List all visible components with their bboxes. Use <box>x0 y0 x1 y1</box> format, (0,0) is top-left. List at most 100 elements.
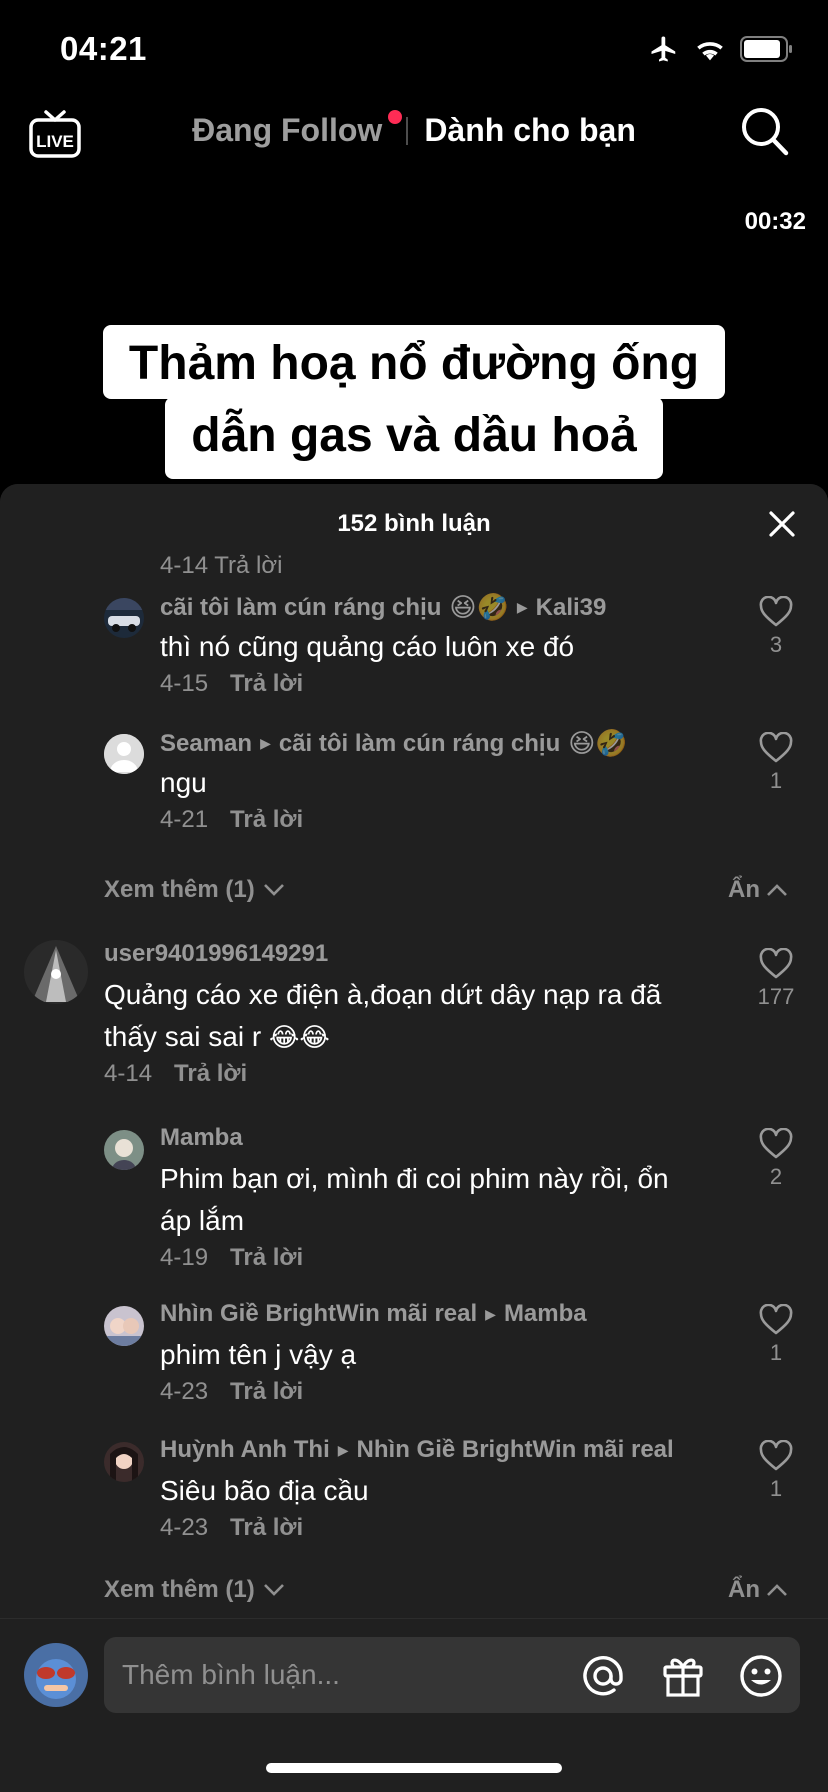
like-button[interactable]: 177 <box>754 948 798 1010</box>
reply-button[interactable]: Trả lời <box>230 1244 303 1272</box>
sheet-header: 152 bình luận <box>0 484 828 550</box>
like-button[interactable]: 1 <box>754 1440 798 1502</box>
like-count: 3 <box>769 632 783 657</box>
reply-arrow-icon: ▶ <box>516 599 528 615</box>
at-sign-icon <box>583 1656 623 1696</box>
comment-username[interactable]: Seaman ▶ cãi tôi làm cún ráng chịu 😆🤣 <box>160 728 628 759</box>
comment-sheet: 4-14 Trả lời cãi tôi làm cún ráng chịu 😆🤣… <box>0 484 828 1792</box>
avatar[interactable] <box>24 940 88 1004</box>
username-text: Mamba <box>160 1124 243 1151</box>
smiley-icon <box>740 1655 782 1697</box>
username-text: Seaman <box>160 729 253 757</box>
reply-button[interactable]: Trả lời <box>230 1514 303 1542</box>
video-timestamp: 00:32 <box>744 208 806 235</box>
reply-button[interactable]: Trả lời <box>230 670 303 698</box>
like-count: 1 <box>769 768 783 793</box>
comment-input-container[interactable] <box>104 1637 800 1713</box>
comment-text: Phim bạn ơi, mình đi coi phim này rồi, ổ… <box>160 1163 669 1236</box>
heart-icon <box>759 1440 793 1471</box>
reply-button[interactable]: Trả lời <box>230 1378 303 1406</box>
video-caption: Thảm hoạ nổ đường ống dẫn gas và dầu hoả <box>0 325 828 479</box>
comment-username[interactable]: Nhìn Giề BrightWin mãi real ▶ Mamba <box>160 1300 587 1328</box>
reply-button[interactable]: Trả lời <box>230 806 303 834</box>
comment-username[interactable]: cãi tôi làm cún ráng chịu 😆🤣 ▶ Kali39 <box>160 592 606 623</box>
gift-button[interactable] <box>660 1653 706 1699</box>
battery-icon <box>740 36 792 62</box>
my-avatar[interactable] <box>24 1643 88 1707</box>
hide-replies-button[interactable]: Ẩn <box>728 1576 788 1604</box>
comment-text: Quảng cáo xe điện à,đoạn dứt dây nạp ra … <box>104 974 704 1058</box>
feed-tabs: Đang Follow Dành cho bạn <box>0 110 828 149</box>
status-icons <box>648 34 794 64</box>
reply-to-username: Mamba <box>503 1300 587 1327</box>
comment-date: 4-19 <box>160 1244 209 1271</box>
heart-icon <box>759 1304 793 1335</box>
hide-label: Ẩn <box>728 1576 760 1603</box>
username-text: Nhìn Giề BrightWin mãi real <box>160 1300 478 1327</box>
tab-for-you[interactable]: Dành cho bạn <box>424 112 636 149</box>
tab-following[interactable]: Đang Follow <box>192 110 403 149</box>
avatar[interactable] <box>104 598 144 638</box>
comment-list[interactable]: 4-14 Trả lời cãi tôi làm cún ráng chịu 😆🤣… <box>0 484 828 1612</box>
comment-text: Siêu bão địa cầu <box>160 1475 369 1506</box>
avatar[interactable] <box>104 1130 144 1170</box>
hide-label: Ẩn <box>728 876 760 903</box>
avatar[interactable] <box>104 734 144 774</box>
comment-meta: 4-15 Trả lời <box>160 670 303 698</box>
comment-meta: 4-14 Trả lời <box>104 1060 247 1088</box>
avatar[interactable] <box>104 1306 144 1346</box>
home-indicator <box>266 1763 562 1773</box>
avatar[interactable] <box>104 1442 144 1482</box>
tab-divider <box>406 116 409 145</box>
comment-username[interactable]: user9401996149291 <box>104 940 328 968</box>
chevron-down-icon <box>263 1584 284 1596</box>
reply-arrow-icon: ▶ <box>337 1441 349 1458</box>
comment-text: thì nó cũng quảng cáo luôn xe đó <box>160 631 575 662</box>
heart-icon <box>759 732 793 763</box>
search-button[interactable] <box>740 106 790 158</box>
comment-username[interactable]: Mamba <box>160 1124 243 1152</box>
hide-replies-button[interactable]: Ẩn <box>728 876 788 904</box>
username-emoji: 😆🤣 <box>449 592 509 622</box>
chevron-up-icon <box>767 884 787 896</box>
gift-icon <box>663 1658 703 1697</box>
comment-text: ngu <box>160 767 207 798</box>
close-button[interactable] <box>766 508 798 540</box>
reply-to-emoji: 😆🤣 <box>568 728 628 758</box>
comment-meta: 4-23 Trả lời <box>160 1514 303 1542</box>
like-button[interactable]: 3 <box>754 596 798 658</box>
comment-username[interactable]: Huỳnh Anh Thi ▶ Nhìn Giề BrightWin mãi r… <box>160 1436 674 1464</box>
view-more-label: Xem thêm (1) <box>104 876 255 903</box>
chevron-down-icon <box>263 884 284 896</box>
comment-input[interactable] <box>122 1637 562 1713</box>
emoji-button[interactable] <box>738 1653 784 1699</box>
status-bar: 04:21 <box>0 0 828 100</box>
reply-button[interactable]: Trả lời <box>174 1060 247 1088</box>
like-count: 177 <box>757 984 795 1009</box>
comment-emoji: 😂😂 <box>268 1022 330 1052</box>
like-count: 1 <box>769 1340 783 1365</box>
comment-count: 152 bình luận <box>337 510 491 537</box>
like-button[interactable]: 1 <box>754 732 798 794</box>
view-more-replies-button[interactable]: Xem thêm (1) <box>104 1576 285 1604</box>
reply-arrow-icon: ▶ <box>485 1305 496 1322</box>
wifi-icon <box>697 42 723 61</box>
like-count: 2 <box>769 1164 783 1189</box>
heart-icon <box>759 1128 793 1159</box>
reply-to-username: Kali39 <box>535 593 607 621</box>
caption-line-2: dẫn gas và dầu hoả <box>165 397 663 479</box>
like-count: 1 <box>769 1476 783 1501</box>
top-nav: LIVE Đang Follow Dành cho bạn <box>0 100 828 170</box>
username-text: cãi tôi làm cún ráng chịu <box>160 593 442 621</box>
notification-dot <box>388 110 403 124</box>
like-button[interactable]: 2 <box>754 1128 798 1190</box>
mention-button[interactable] <box>580 1653 626 1699</box>
tab-following-label: Đang Follow <box>192 112 383 148</box>
comment-text-content: Quảng cáo xe điện à,đoạn dứt dây nạp ra … <box>104 979 662 1052</box>
like-button[interactable]: 1 <box>754 1304 798 1366</box>
search-icon <box>742 108 789 156</box>
airplane-icon <box>651 36 676 62</box>
view-more-replies-button[interactable]: Xem thêm (1) <box>104 876 285 904</box>
reply-to-username: Nhìn Giề BrightWin mãi real <box>356 1436 674 1463</box>
heart-icon <box>759 596 793 627</box>
